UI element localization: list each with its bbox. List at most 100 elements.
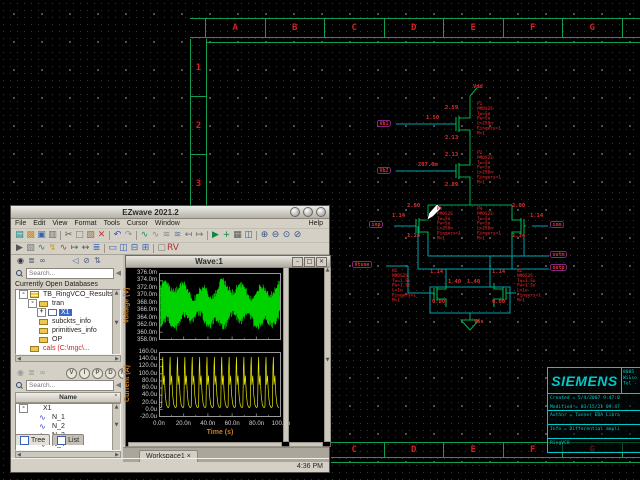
wave-window-button[interactable]: – — [292, 257, 303, 267]
toolbar-icon[interactable]: ≣ — [91, 243, 102, 254]
port-vtune[interactable]: Vtune — [352, 261, 372, 268]
current-plot[interactable] — [159, 352, 281, 417]
wave-title-bar[interactable]: Wave:1 –□× — [126, 256, 330, 268]
toolbar-icon[interactable]: ⊕ — [259, 230, 270, 241]
toolbar-icon[interactable]: ▦ — [232, 230, 243, 241]
toolbar-icon[interactable]: ✕ — [96, 230, 107, 241]
toolbar-icon[interactable]: □ — [74, 230, 85, 241]
toolbar-icon[interactable]: ↶ — [112, 230, 123, 241]
tree-expander[interactable]: - — [19, 290, 28, 299]
toolbar-icon[interactable] — [104, 244, 105, 253]
search-input[interactable] — [26, 268, 114, 279]
tree-item[interactable]: N_1 — [16, 413, 120, 422]
sidebar-icon[interactable]: ≣ — [26, 256, 37, 266]
legend-splitter-scrollbar[interactable] — [283, 267, 289, 442]
tree-expander[interactable]: + — [37, 308, 46, 317]
sidebar-tab[interactable]: Tree — [15, 434, 50, 445]
vertical-scrollbar[interactable]: ▲▼ — [112, 404, 120, 450]
horizontal-scrollbar[interactable]: ◀▶ — [15, 355, 121, 362]
toolbar-icon[interactable]: ↷ — [123, 230, 134, 241]
toolbar-icon[interactable] — [256, 231, 257, 240]
port-outm[interactable]: outm — [550, 251, 567, 258]
search-input[interactable] — [26, 380, 114, 391]
toolbar-icon[interactable]: ▧ — [25, 243, 36, 254]
toolbar-icon[interactable]: ▨ — [85, 230, 96, 241]
name-column-header[interactable]: Name⌃ — [15, 392, 121, 403]
toolbar-icon[interactable]: ▥ — [47, 230, 58, 241]
close-button[interactable] — [316, 207, 326, 217]
toolbar-icon[interactable]: ✂ — [63, 230, 74, 241]
toolbar-icon[interactable]: + — [221, 230, 232, 241]
toolbar-icon[interactable]: ⊙ — [281, 230, 292, 241]
sidebar-icon[interactable]: ⊘ — [81, 256, 92, 266]
toolbar-icon[interactable]: ◫ — [118, 243, 129, 254]
toolbar-icon[interactable]: ↦ — [194, 230, 205, 241]
port-outp[interactable]: outp — [550, 264, 567, 271]
toolbar-icon[interactable]: ▶ — [14, 243, 25, 254]
legend-vertical-scrollbar[interactable]: ▲▼ — [324, 267, 331, 442]
clear-search-icon[interactable]: ◀ — [116, 381, 121, 390]
menu-item[interactable]: Edit — [33, 220, 45, 227]
minimize-button[interactable] — [290, 207, 300, 217]
toolbar-icon[interactable]: ↯ — [47, 243, 58, 254]
clear-search-icon[interactable]: ◀ — [116, 269, 121, 278]
sidebar-icon[interactable]: ∞ — [37, 368, 48, 378]
toolbar-icon[interactable]: ◫ — [243, 230, 254, 241]
tree-item[interactable]: - X1 — [16, 404, 120, 413]
menu-item[interactable]: Format — [74, 220, 96, 227]
tree-item[interactable]: cals (C:\mgc\... — [16, 344, 120, 353]
horizontal-scrollbar[interactable]: ◀▶ — [15, 451, 121, 458]
wave-type-filter-icon[interactable]: D — [105, 368, 116, 379]
tree-item[interactable]: - tran — [16, 299, 120, 308]
toolbar-icon[interactable]: ↔ — [80, 243, 91, 254]
sidebar-icon[interactable]: ◉ — [15, 368, 26, 378]
toolbar-icon[interactable] — [109, 231, 110, 240]
sidebar-icon[interactable]: ≣ — [26, 368, 37, 378]
toolbar-icon[interactable]: ▩ — [25, 230, 36, 241]
wave-type-filter-icon[interactable]: I — [79, 368, 90, 379]
port-vb1[interactable]: Vb1 — [377, 120, 391, 127]
wave-window-button[interactable]: × — [316, 257, 327, 267]
menu-item[interactable]: Cursor — [127, 220, 148, 227]
wave-type-filter-icon[interactable]: V — [66, 368, 77, 379]
legend-item-current[interactable] — [291, 351, 323, 356]
wave-type-filter-icon[interactable]: P — [92, 368, 103, 379]
sidebar-icon[interactable]: ◉ — [15, 256, 26, 266]
maximize-button[interactable] — [303, 207, 313, 217]
port-inm[interactable]: inm — [550, 221, 564, 228]
port-inp[interactable]: inp — [369, 221, 383, 228]
sidebar-icon[interactable]: ⇅ — [92, 256, 103, 266]
menu-item[interactable]: View — [52, 220, 67, 227]
menu-item-help[interactable]: Help — [309, 220, 323, 227]
menu-item[interactable]: Window — [155, 220, 180, 227]
toolbar-icon[interactable] — [60, 231, 61, 240]
tree-item[interactable]: N_2 — [16, 422, 120, 431]
toolbar-icon[interactable]: ∿ — [139, 230, 150, 241]
menu-item[interactable]: File — [15, 220, 26, 227]
toolbar-icon[interactable]: ≋ — [172, 230, 183, 241]
tree-item[interactable]: - TB_RingVCO_ResultsPa — [16, 290, 120, 299]
menu-item[interactable]: Tools — [104, 220, 120, 227]
toolbar-icon[interactable]: ∿ — [150, 230, 161, 241]
toolbar-icon[interactable]: ↤ — [183, 230, 194, 241]
toolbar-icon[interactable] — [207, 231, 208, 240]
toolbar-icon[interactable]: ⊖ — [270, 230, 281, 241]
sidebar-tab[interactable]: List — [52, 434, 84, 445]
legend-item-voltage[interactable] — [291, 273, 323, 278]
toolbar-icon[interactable]: RV — [167, 243, 178, 254]
toolbar-icon[interactable]: ▭ — [107, 243, 118, 254]
toolbar-icon[interactable]: ↦ — [69, 243, 80, 254]
tree-item[interactable]: + X1 — [16, 308, 120, 317]
toolbar-icon[interactable]: ▤ — [14, 230, 25, 241]
toolbar-icon[interactable]: ⊘ — [292, 230, 303, 241]
voltage-plot[interactable] — [159, 273, 281, 340]
sidebar-icon[interactable]: ∞ — [37, 256, 48, 266]
toolbar-icon[interactable]: ∿ — [36, 243, 47, 254]
toolbar-icon[interactable]: ⊟ — [129, 243, 140, 254]
toolbar-icon[interactable] — [136, 231, 137, 240]
toolbar-icon[interactable] — [153, 244, 154, 253]
tree-item[interactable]: OP — [16, 335, 120, 344]
sidebar-icon[interactable]: ◁ — [70, 256, 81, 266]
toolbar-icon[interactable]: ▶ — [210, 230, 221, 241]
tree-expander[interactable]: - — [28, 299, 37, 308]
